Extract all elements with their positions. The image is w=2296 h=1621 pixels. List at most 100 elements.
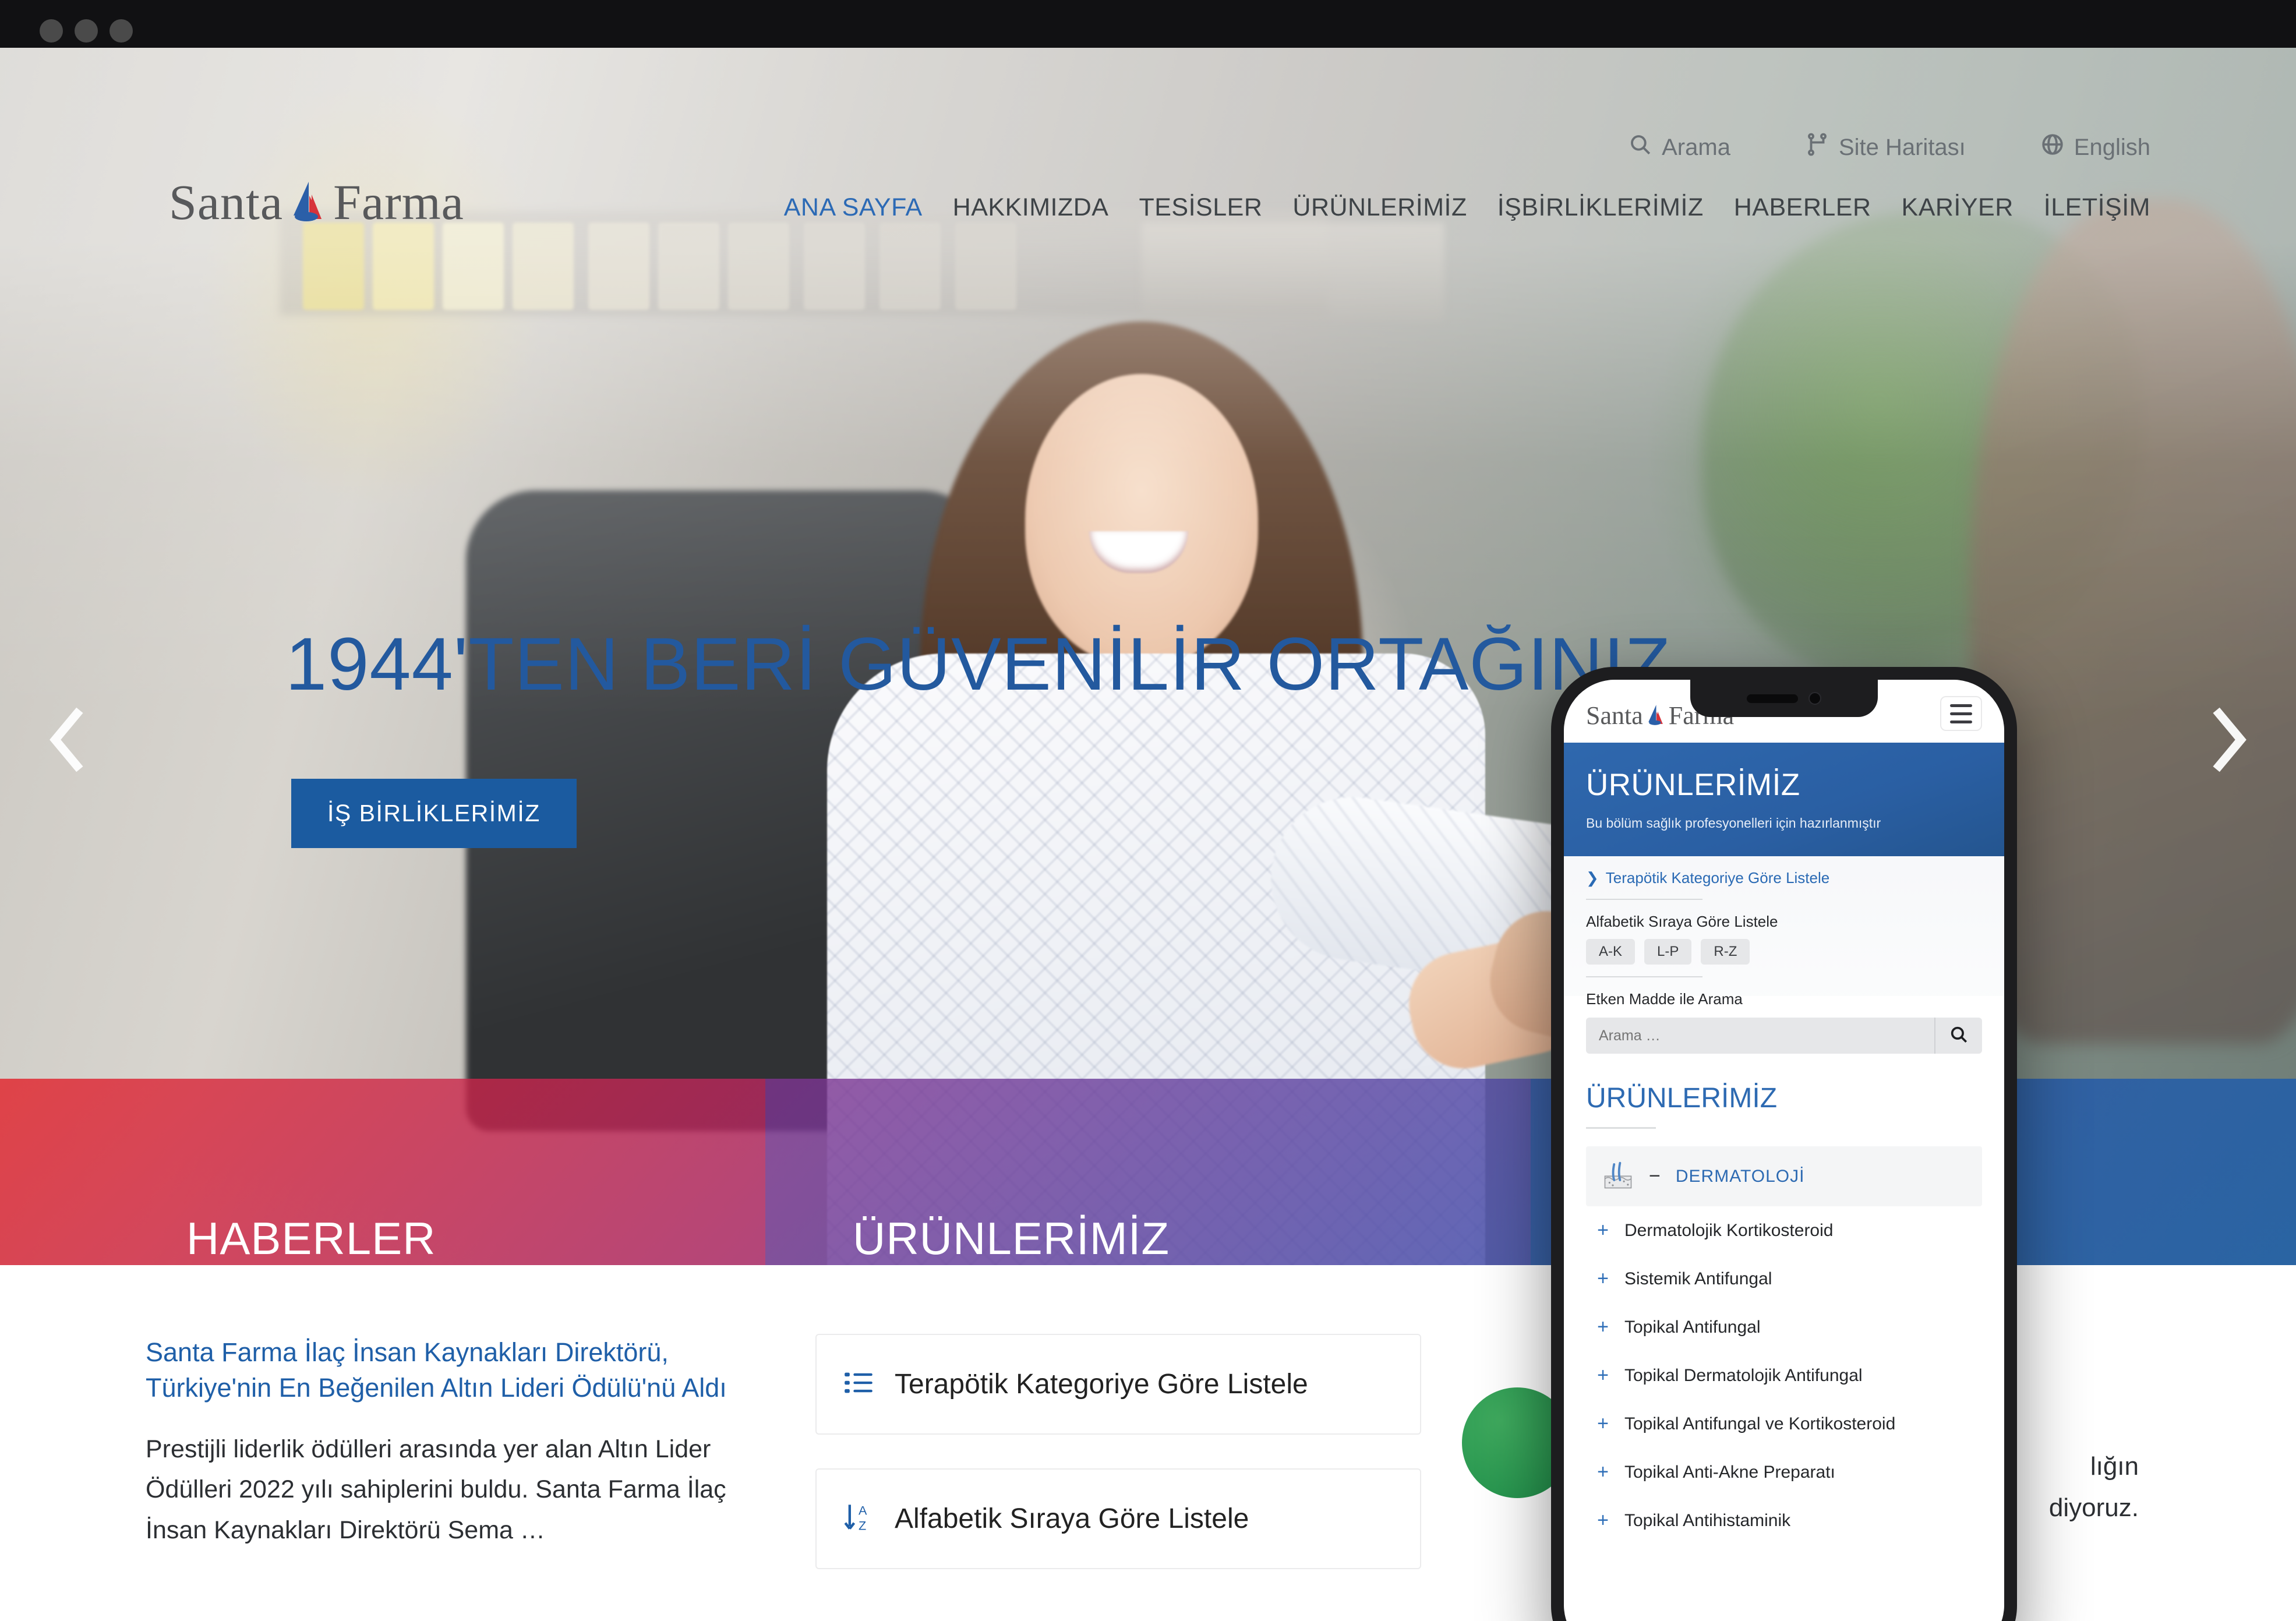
list-item-label: Topikal Dermatolojik Antifungal [1624,1365,1863,1385]
phone-logo-word-santa: Santa [1586,701,1643,730]
nav-item-kariyer[interactable]: KARİYER [1902,193,2014,222]
list-icon [843,1368,874,1401]
list-item-label: Topikal Antifungal ve Kortikosteroid [1624,1414,1896,1433]
skin-follicle-icon [1602,1159,1634,1193]
product-filter-alphabetical-label: Alfabetik Sıraya Göre Listele [895,1503,1249,1534]
news-column: Santa Farma İlaç İnsan Kaynakları Direkt… [146,1300,780,1621]
list-item-label: Sistemik Antifungal [1624,1269,1772,1288]
phone-product-list: ÜRÜNLERİMİZ − DERMATOLOJİ + Dermatolojik… [1564,1061,2004,1621]
nav-item-ana-sayfa[interactable]: ANA SAYFA [784,193,923,222]
phone-hero-subtitle: Bu bölüm sağlık profesyonelleri için haz… [1586,815,1881,831]
list-item[interactable]: + Topikal Dermatolojik Antifungal [1586,1351,1982,1400]
expand-toggle[interactable]: + [1595,1219,1610,1242]
product-filter-therapeutic[interactable]: Terapötik Kategoriye Göre Listele [815,1334,1421,1435]
utility-bar: Arama Site Haritası English [1628,132,2150,163]
utility-label-language: English [2074,134,2150,160]
phone-therapeutic-category-label: Terapötik Kategoriye Göre Listele [1605,869,1830,887]
phone-search-box [1586,1018,1982,1054]
banner-title-haberler: HABERLER [186,1213,436,1264]
phone-ingredient-label: Etken Madde ile Arama [1586,990,1743,1008]
phone-camera [1808,692,1821,705]
phone-alphabetical-label: Alfabetik Sıraya Göre Listele [1586,913,1778,930]
divider [1586,1127,1656,1129]
nav-item-urunlerimiz[interactable]: ÜRÜNLERİMİZ [1292,193,1467,222]
expand-toggle[interactable]: + [1595,1509,1610,1532]
expand-toggle[interactable]: + [1595,1316,1610,1339]
hero-headline: 1944'TEN BERİ GÜVENİLİR ORTAĞINIZ [285,623,1671,706]
nav-item-isbirliklerimiz[interactable]: İŞBİRLİKLERİMİZ [1497,193,1704,222]
banner-strip-haberler[interactable]: HABERLER [0,1079,765,1265]
browser-titlebar [0,0,2296,48]
utility-item-language[interactable]: English [2040,132,2150,163]
alpha-chip-lp[interactable]: L-P [1644,939,1692,965]
sitemap-icon [1805,132,1829,163]
carousel-next-button[interactable] [2188,694,2264,787]
logo-word-santa: Santa [169,174,284,230]
nav-item-iletisim[interactable]: İLETİŞİM [2044,193,2150,222]
search-icon [1628,132,1652,163]
window-close-button[interactable] [40,19,63,43]
phone-search-input[interactable] [1586,1018,1934,1054]
list-item[interactable]: + Topikal Antifungal ve Kortikosteroid [1586,1400,1982,1448]
banner-title-urunlerimiz: ÜRÜNLERİMİZ [853,1213,1170,1264]
phone-screen: Santa Farma ÜRÜNLERİMİZ Bu bölüm sağlık … [1564,680,2004,1621]
svg-text:Z: Z [859,1518,866,1532]
utility-label-search: Arama [1662,134,1730,160]
banner-strip-urunlerimiz[interactable]: ÜRÜNLERİMİZ [765,1079,1531,1265]
site-logo[interactable]: Santa Farma [169,173,464,231]
page-viewport: Arama Site Haritası English Santa Farma … [0,48,2296,1621]
hero-cta-button[interactable]: İŞ BİRLİKLERİMİZ [291,779,577,848]
expand-toggle[interactable]: + [1595,1461,1610,1484]
news-headline-link[interactable]: Santa Farma İlaç İnsan Kaynakları Direkt… [146,1335,728,1406]
nav-item-tesisler[interactable]: TESİSLER [1139,193,1262,222]
svg-text:A: A [859,1503,867,1518]
expand-toggle[interactable]: + [1595,1267,1610,1290]
list-item[interactable]: + Topikal Anti-Akne Preparatı [1586,1448,1982,1496]
alpha-chip-ak[interactable]: A-K [1586,939,1636,965]
sailboat-icon [285,177,331,227]
search-icon [1949,1025,1969,1047]
utility-item-search[interactable]: Arama [1628,132,1730,163]
list-item-label: Topikal Antihistaminik [1624,1510,1791,1530]
window-minimize-button[interactable] [75,19,98,43]
list-item[interactable]: + Topikal Antifungal [1586,1303,1982,1351]
phone-hero-title: ÜRÜNLERİMİZ [1586,768,1800,802]
sort-az-icon: A Z [843,1502,874,1535]
main-navigation: ANA SAYFA HAKKIMIZDA TESİSLER ÜRÜNLERİMİ… [784,193,2150,222]
list-item[interactable]: + Dermatolojik Kortikosteroid [1586,1206,1982,1255]
phone-list-heading: ÜRÜNLERİMİZ [1586,1083,1778,1114]
chevron-left-icon [45,705,95,777]
list-item-label: Dermatolojik Kortikosteroid [1624,1220,1834,1240]
news-excerpt: Prestijli liderlik ödülleri arasında yer… [146,1435,726,1544]
product-filter-alphabetical[interactable]: A Z Alfabetik Sıraya Göre Listele [815,1468,1421,1569]
browser-window: Arama Site Haritası English Santa Farma … [0,0,2296,1621]
hamburger-menu-icon[interactable] [1940,696,1982,731]
window-maximize-button[interactable] [109,19,133,43]
phone-therapeutic-category-link[interactable]: ❯ Terapötik Kategoriye Göre Listele [1586,869,1982,887]
phone-hero: ÜRÜNLERİMİZ Bu bölüm sağlık profesyonell… [1564,743,2004,856]
products-column: Terapötik Kategoriye Göre Listele A Z Al… [780,1300,1456,1621]
phone-mockup: Santa Farma ÜRÜNLERİMİZ Bu bölüm sağlık … [1551,667,2017,1621]
nav-item-haberler[interactable]: HABERLER [1734,193,1871,222]
list-item-label: Topikal Antifungal [1624,1317,1761,1337]
list-item-label: Topikal Anti-Akne Preparatı [1624,1462,1835,1482]
alpha-chip-rz[interactable]: R-Z [1701,939,1750,965]
phone-category-toggle[interactable]: − [1649,1165,1661,1188]
globe-icon [2040,132,2065,163]
phone-filters: ❯ Terapötik Kategoriye Göre Listele Alfa… [1564,856,2004,1054]
expand-toggle[interactable]: + [1595,1412,1610,1435]
phone-speaker [1747,694,1798,703]
sailboat-icon [1644,702,1668,728]
list-item[interactable]: + Topikal Antihistaminik [1586,1496,1982,1545]
phone-category-dermatoloji[interactable]: − DERMATOLOJİ [1586,1146,1982,1206]
product-filter-therapeutic-label: Terapötik Kategoriye Göre Listele [895,1369,1308,1400]
carousel-prev-button[interactable] [32,694,108,787]
phone-notch [1690,680,1878,717]
list-item[interactable]: + Sistemik Antifungal [1586,1255,1982,1303]
nav-item-hakkimizda[interactable]: HAKKIMIZDA [953,193,1109,222]
phone-search-button[interactable] [1934,1018,1982,1054]
utility-label-sitemap: Site Haritası [1838,134,1966,160]
expand-toggle[interactable]: + [1595,1364,1610,1387]
utility-item-sitemap[interactable]: Site Haritası [1805,132,1966,163]
phone-category-name: DERMATOLOJİ [1675,1166,1805,1186]
